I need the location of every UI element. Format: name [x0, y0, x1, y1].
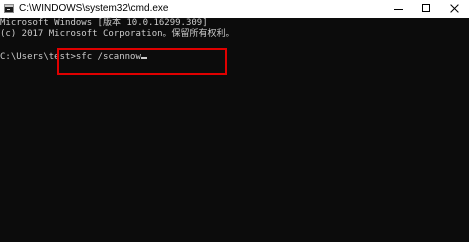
version-line: Microsoft Windows [版本 10.0.16299.309] [0, 18, 208, 28]
console-output[interactable]: Microsoft Windows [版本 10.0.16299.309] (c… [0, 18, 469, 242]
title-bar[interactable]: C:\WINDOWS\system32\cmd.exe [0, 0, 469, 18]
cmd-window: C:\WINDOWS\system32\cmd.exe Microsoft Wi… [0, 0, 469, 242]
window-title: C:\WINDOWS\system32\cmd.exe [19, 3, 169, 14]
minimize-icon[interactable] [384, 0, 412, 18]
close-icon[interactable] [441, 0, 469, 18]
command-highlight-box [57, 48, 227, 75]
cmd-app-icon[interactable] [4, 4, 14, 13]
copyright-line: (c) 2017 Microsoft Corporation。保留所有权利。 [0, 29, 235, 39]
maximize-icon[interactable] [412, 0, 440, 18]
